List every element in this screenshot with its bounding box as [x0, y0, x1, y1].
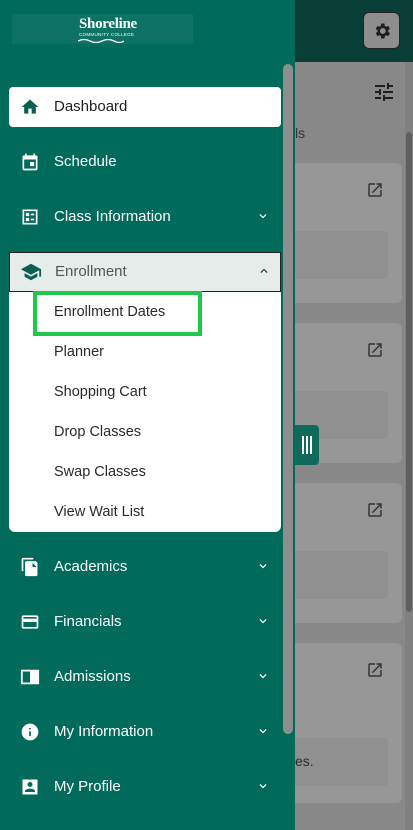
- chevron-up-icon: [260, 268, 268, 273]
- nav-item-financials[interactable]: Financials: [9, 602, 281, 642]
- class-info-icon: [19, 206, 41, 228]
- calendar-icon: [19, 151, 41, 173]
- highlight-box: [33, 291, 202, 336]
- nav-item-label: Financials: [54, 613, 122, 630]
- chevron-down-icon: [259, 729, 267, 734]
- nav-item-my-profile[interactable]: My Profile: [9, 767, 281, 807]
- profile-icon: [19, 776, 41, 798]
- admissions-icon: [19, 666, 41, 688]
- submenu-item-swap-classes[interactable]: Swap Classes: [54, 464, 146, 480]
- logo-subtitle: COMMUNITY COLLEGE: [79, 32, 135, 37]
- chevron-down-icon: [259, 564, 267, 569]
- nav-item-label: Class Information: [54, 208, 171, 225]
- nav-item-class-information[interactable]: Class Information: [9, 197, 281, 237]
- submenu-item-shopping-cart[interactable]: Shopping Cart: [54, 384, 147, 400]
- nav-item-label: My Information: [54, 723, 154, 740]
- info-icon: [19, 721, 41, 743]
- graduation-cap-icon: [20, 261, 42, 283]
- chevron-down-icon: [259, 619, 267, 624]
- chevron-down-icon: [259, 674, 267, 679]
- chevron-down-icon: [259, 214, 267, 219]
- nav-item-label: Admissions: [54, 668, 131, 685]
- logo-wave-icon: [78, 38, 124, 44]
- resize-handle[interactable]: [295, 425, 319, 465]
- nav-item-admissions[interactable]: Admissions: [9, 657, 281, 697]
- nav-item-label: Enrollment: [55, 263, 127, 280]
- nav-item-label: Academics: [54, 558, 128, 575]
- submenu-item-view-wait-list[interactable]: View Wait List: [54, 504, 144, 520]
- credit-card-icon: [19, 611, 41, 633]
- scrollbar-thumb[interactable]: [283, 64, 293, 734]
- logo-name: Shoreline: [79, 16, 137, 32]
- submenu-item-planner[interactable]: Planner: [54, 344, 104, 360]
- submenu-item-drop-classes[interactable]: Drop Classes: [54, 424, 141, 440]
- nav-item-my-information[interactable]: My Information: [9, 712, 281, 752]
- home-icon: [19, 96, 41, 118]
- drawer-scrollbar[interactable]: [281, 62, 295, 830]
- nav-item-enrollment[interactable]: Enrollment: [9, 252, 281, 292]
- chevron-down-icon: [259, 784, 267, 789]
- nav-item-label: Schedule: [54, 153, 117, 170]
- nav-item-dashboard[interactable]: Dashboard: [9, 87, 281, 127]
- nav-item-academics[interactable]: Academics: [9, 547, 281, 587]
- nav-item-schedule[interactable]: Schedule: [9, 142, 281, 182]
- nav-drawer: Shoreline COMMUNITY COLLEGE Dashboard Sc…: [0, 0, 295, 830]
- nav-item-label: My Profile: [54, 778, 121, 795]
- documents-icon: [19, 556, 41, 578]
- nav-item-label: Dashboard: [54, 98, 128, 115]
